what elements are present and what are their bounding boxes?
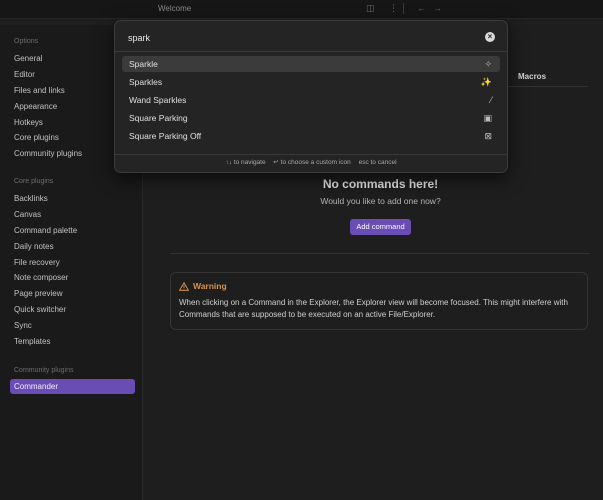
sidebar-item-daily-notes[interactable]: Daily notes xyxy=(10,239,135,254)
instruction-navigate: ↑↓ to navigate xyxy=(225,159,266,166)
title-bar: Welcome ◫ ⋮ ← → xyxy=(0,0,603,19)
suggestion-label: Square Parking Off xyxy=(129,131,202,141)
icon-picker-dialog: × Sparkle ✧ Sparkles ✨ Wand Sparkles ⁄ S… xyxy=(114,20,508,173)
toolbar-divider xyxy=(403,3,404,14)
more-options-icon[interactable]: ⋮ xyxy=(389,3,398,14)
suggestion-item[interactable]: Sparkle ✧ xyxy=(122,56,500,72)
sidebar-item-quick-switcher[interactable]: Quick switcher xyxy=(10,302,135,317)
picker-footer-divider xyxy=(115,154,507,155)
tab-macros[interactable]: Macros xyxy=(518,72,546,81)
back-arrow-icon[interactable]: ← xyxy=(417,3,426,13)
icon-search-bar: × xyxy=(125,27,500,49)
sidebar-item-commander[interactable]: Commander xyxy=(10,379,135,394)
warning-callout: Warning When clicking on a Command in th… xyxy=(170,272,588,330)
clear-search-icon[interactable]: × xyxy=(485,32,495,42)
sidebar-item-command-palette[interactable]: Command palette xyxy=(10,223,135,238)
suggestion-label: Wand Sparkles xyxy=(129,95,187,105)
sidebar-item-backlinks[interactable]: Backlinks xyxy=(10,191,135,206)
square-parking-icon: ▣ xyxy=(483,113,492,123)
section-heading-community-plugins: Community plugins xyxy=(14,367,74,374)
suggestion-label: Square Parking xyxy=(129,113,188,123)
section-heading-core-plugins: Core plugins xyxy=(14,178,54,185)
suggestion-label: Sparkle xyxy=(129,59,158,69)
empty-state-subtitle: Would you like to add one now? xyxy=(320,196,441,206)
section-heading-options: Options xyxy=(14,38,39,45)
icon-search-input[interactable] xyxy=(125,27,500,49)
sidebar-item-templates[interactable]: Templates xyxy=(10,334,135,349)
empty-state-title: No commands here! xyxy=(322,177,439,191)
instruction-choose: ↵ to choose a custom icon xyxy=(273,159,351,166)
split-view-icon[interactable]: ◫ xyxy=(366,3,375,14)
instruction-cancel: esc to cancel xyxy=(358,159,397,166)
warning-title: Warning xyxy=(193,281,227,291)
suggestion-item[interactable]: Square Parking Off ⊠ xyxy=(122,128,500,144)
square-parking-off-icon: ⊠ xyxy=(484,131,492,141)
section-divider xyxy=(170,253,590,254)
picker-divider xyxy=(115,51,507,52)
forward-arrow-icon[interactable]: → xyxy=(433,3,442,13)
sidebar-item-sync[interactable]: Sync xyxy=(10,318,135,333)
warning-text: When clicking on a Command in the Explor… xyxy=(179,298,568,319)
sparkles-icon: ✨ xyxy=(480,77,492,87)
sidebar-item-file-recovery[interactable]: File recovery xyxy=(10,255,135,270)
warning-heading: Warning xyxy=(179,281,227,291)
wand-sparkles-icon: ⁄ xyxy=(490,95,492,105)
suggestion-item[interactable]: Square Parking ▣ xyxy=(122,110,500,126)
add-command-button[interactable]: Add command xyxy=(350,219,411,235)
sparkle-icon: ✧ xyxy=(484,59,492,69)
tab-title[interactable]: Welcome xyxy=(158,4,191,13)
warning-triangle-icon xyxy=(179,281,189,291)
suggestion-label: Sparkles xyxy=(129,77,163,87)
sidebar-item-note-composer[interactable]: Note composer xyxy=(10,270,135,285)
sidebar-item-canvas[interactable]: Canvas xyxy=(10,207,135,222)
picker-instructions: ↑↓ to navigate ↵ to choose a custom icon… xyxy=(115,158,507,166)
suggestion-item[interactable]: Sparkles ✨ xyxy=(122,74,500,90)
sidebar-item-page-preview[interactable]: Page preview xyxy=(10,286,135,301)
suggestion-item[interactable]: Wand Sparkles ⁄ xyxy=(122,92,500,108)
